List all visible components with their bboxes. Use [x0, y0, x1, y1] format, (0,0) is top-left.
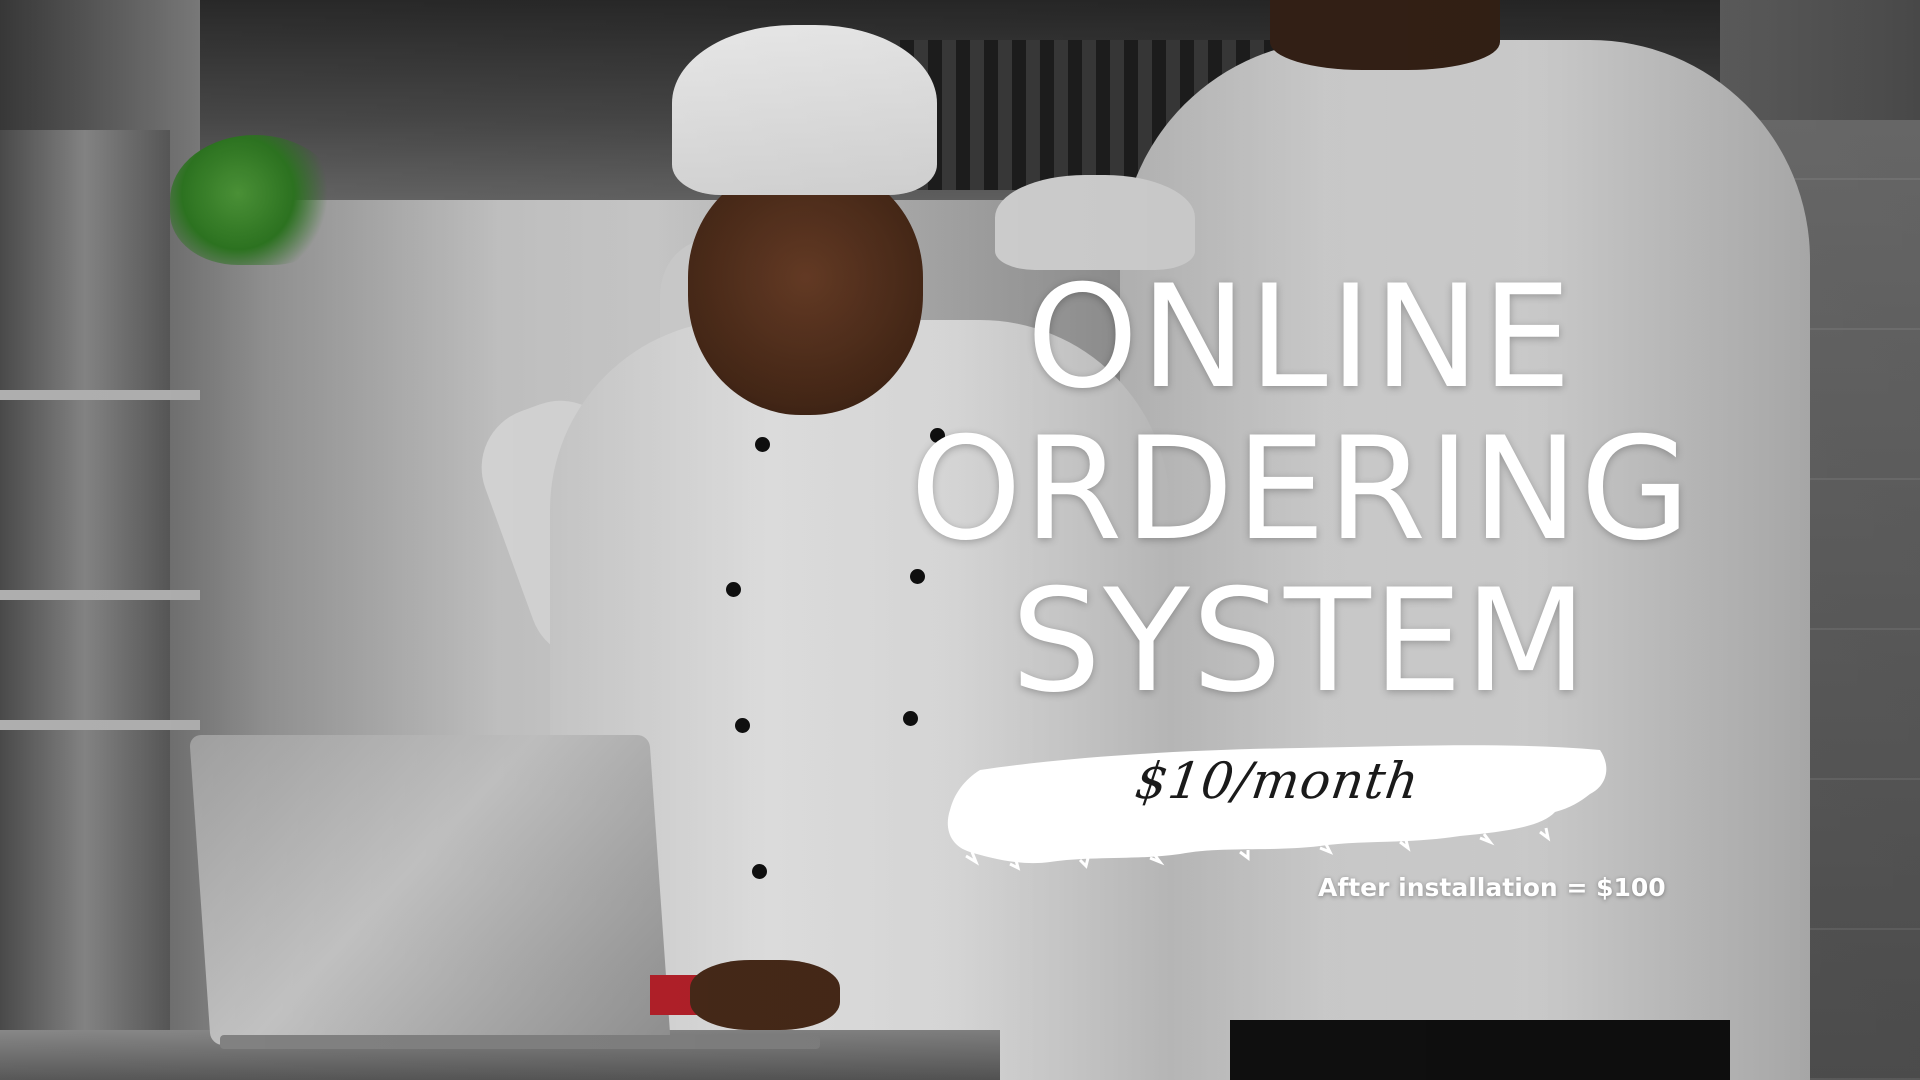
monthly-price: $10/month	[1131, 752, 1424, 810]
headline-line-3: SYSTEM	[1011, 559, 1589, 724]
installation-fee-note: After installation = $100	[1318, 873, 1666, 902]
ad-canvas: ONLINE ORDERING SYSTEM $10/month After i…	[0, 0, 1920, 1080]
headline-title: ONLINE ORDERING SYSTEM	[910, 262, 1690, 718]
headline-line-2: ORDERING	[910, 407, 1693, 572]
headline-line-1: ONLINE	[1026, 255, 1574, 420]
